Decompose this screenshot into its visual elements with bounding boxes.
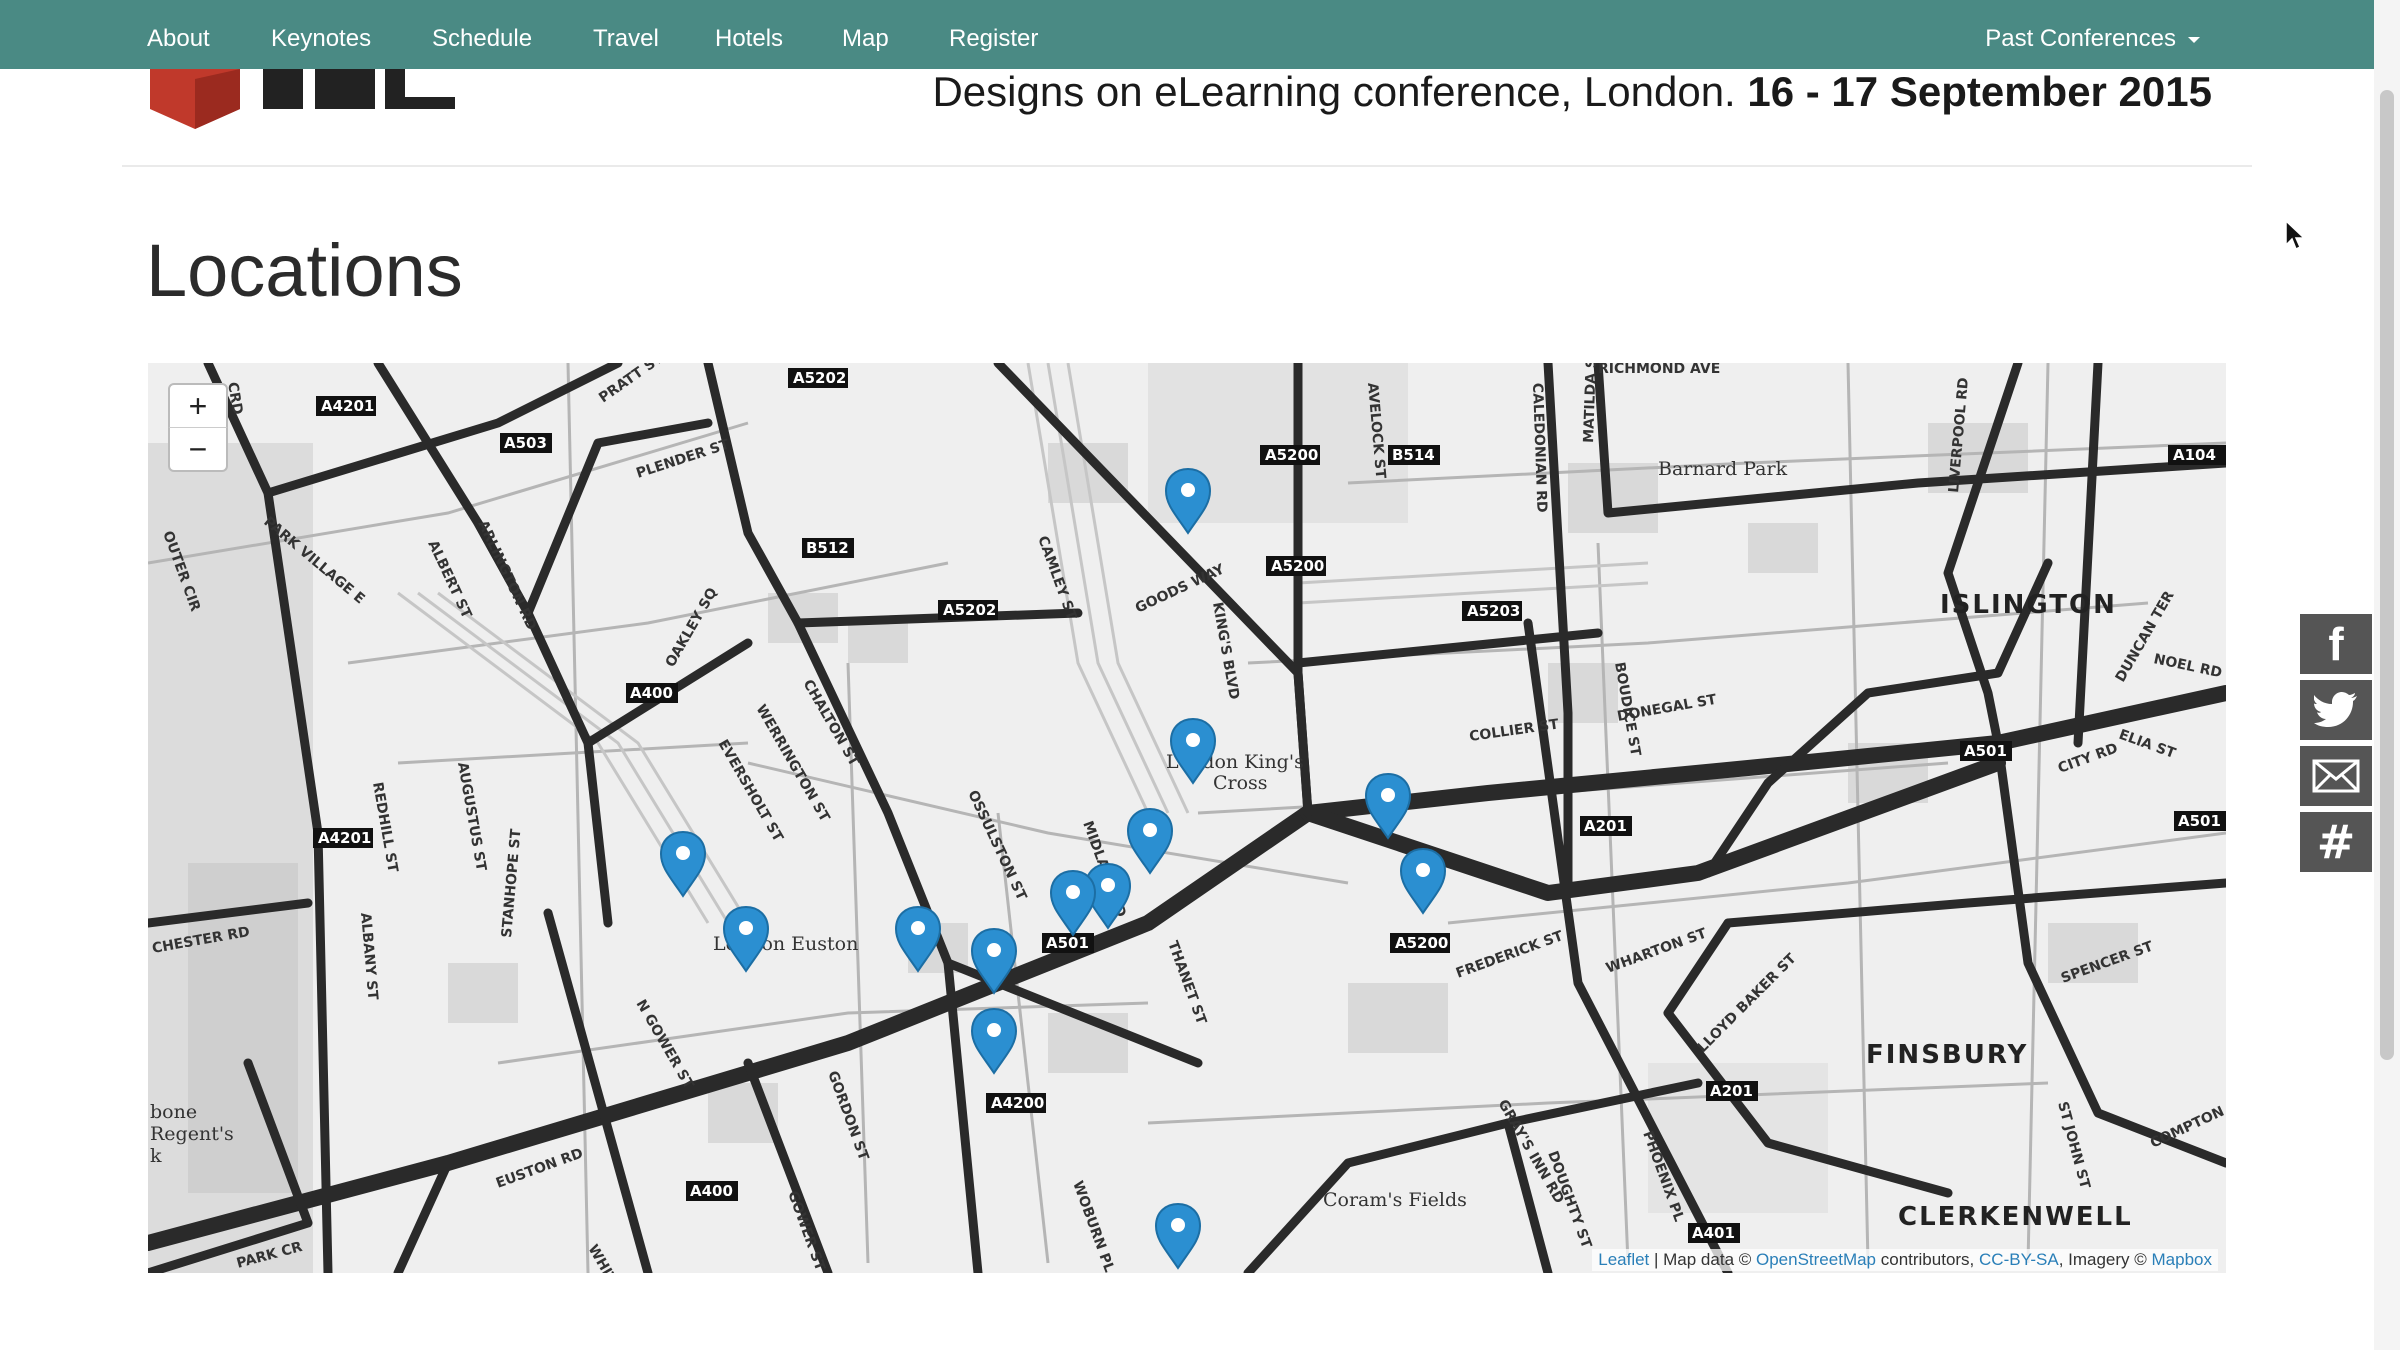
attribution-contributors: contributors,	[1876, 1250, 1980, 1269]
location-marker[interactable]	[1400, 848, 1446, 914]
nav-hotels[interactable]: Hotels	[715, 0, 783, 69]
header-divider	[122, 165, 2252, 167]
caret-down-icon	[2188, 36, 2200, 43]
banner-text: Designs on eLearning conference, London.	[932, 68, 1748, 115]
conference-banner: Designs on eLearning conference, London.…	[682, 68, 2212, 116]
location-marker[interactable]	[1170, 718, 1216, 784]
top-navigation-bar: About Keynotes Schedule Travel Hotels Ma…	[0, 0, 2374, 69]
location-marker[interactable]	[723, 906, 769, 972]
twitter-share-button[interactable]	[2300, 680, 2372, 740]
zoom-in-button[interactable]: +	[168, 383, 228, 429]
osm-link[interactable]: OpenStreetMap	[1756, 1250, 1876, 1269]
nav-schedule[interactable]: Schedule	[432, 0, 532, 69]
mapbox-link[interactable]: Mapbox	[2152, 1250, 2212, 1269]
past-conferences-label: Past Conferences	[1985, 25, 2176, 52]
page-title: Locations	[146, 229, 463, 312]
location-marker[interactable]	[1050, 870, 1096, 936]
hashtag-share-button[interactable]: #	[2300, 812, 2372, 872]
location-marker[interactable]	[1127, 808, 1173, 874]
location-marker[interactable]	[660, 831, 706, 897]
license-link[interactable]: CC-BY-SA	[1979, 1250, 2059, 1269]
location-marker[interactable]	[1155, 1203, 1201, 1269]
map-markers-layer	[660, 468, 1446, 1269]
attribution-imagery: , Imagery ©	[2058, 1250, 2152, 1269]
locations-map[interactable]: A4201 A503 A5202 B512 A5202 A400 A4201 A…	[148, 363, 2226, 1273]
nav-keynotes[interactable]: Keynotes	[271, 0, 371, 69]
map-attribution: Leaflet | Map data © OpenStreetMap contr…	[1592, 1249, 2218, 1271]
nav-about[interactable]: About	[147, 0, 210, 69]
twitter-icon	[2314, 692, 2357, 727]
mouse-cursor-icon	[2285, 220, 2306, 251]
envelope-icon	[2312, 759, 2360, 793]
banner-dates: 16 - 17 September 2015	[1747, 68, 2212, 115]
attribution-text: | Map data ©	[1649, 1250, 1756, 1269]
past-conferences-dropdown[interactable]: Past Conferences	[1985, 0, 2200, 69]
leaflet-link[interactable]: Leaflet	[1598, 1250, 1649, 1269]
nav-map[interactable]: Map	[842, 0, 889, 69]
email-share-button[interactable]	[2300, 746, 2372, 806]
share-sidebar: f #	[2300, 614, 2372, 878]
nav-travel[interactable]: Travel	[593, 0, 659, 69]
hashtag-icon: #	[2316, 815, 2356, 869]
facebook-share-button[interactable]: f	[2300, 614, 2372, 674]
location-marker[interactable]	[971, 1008, 1017, 1074]
page-scrollbar[interactable]	[2374, 0, 2400, 1350]
site-logo[interactable]	[145, 69, 525, 132]
location-marker[interactable]	[1165, 468, 1211, 534]
nav-register[interactable]: Register	[949, 0, 1038, 69]
location-marker[interactable]	[895, 906, 941, 972]
facebook-icon: f	[2328, 618, 2344, 670]
scrollbar-thumb[interactable]	[2380, 90, 2394, 1060]
zoom-out-button[interactable]: −	[168, 427, 228, 472]
location-marker[interactable]	[1365, 773, 1411, 839]
location-marker[interactable]	[971, 928, 1017, 994]
